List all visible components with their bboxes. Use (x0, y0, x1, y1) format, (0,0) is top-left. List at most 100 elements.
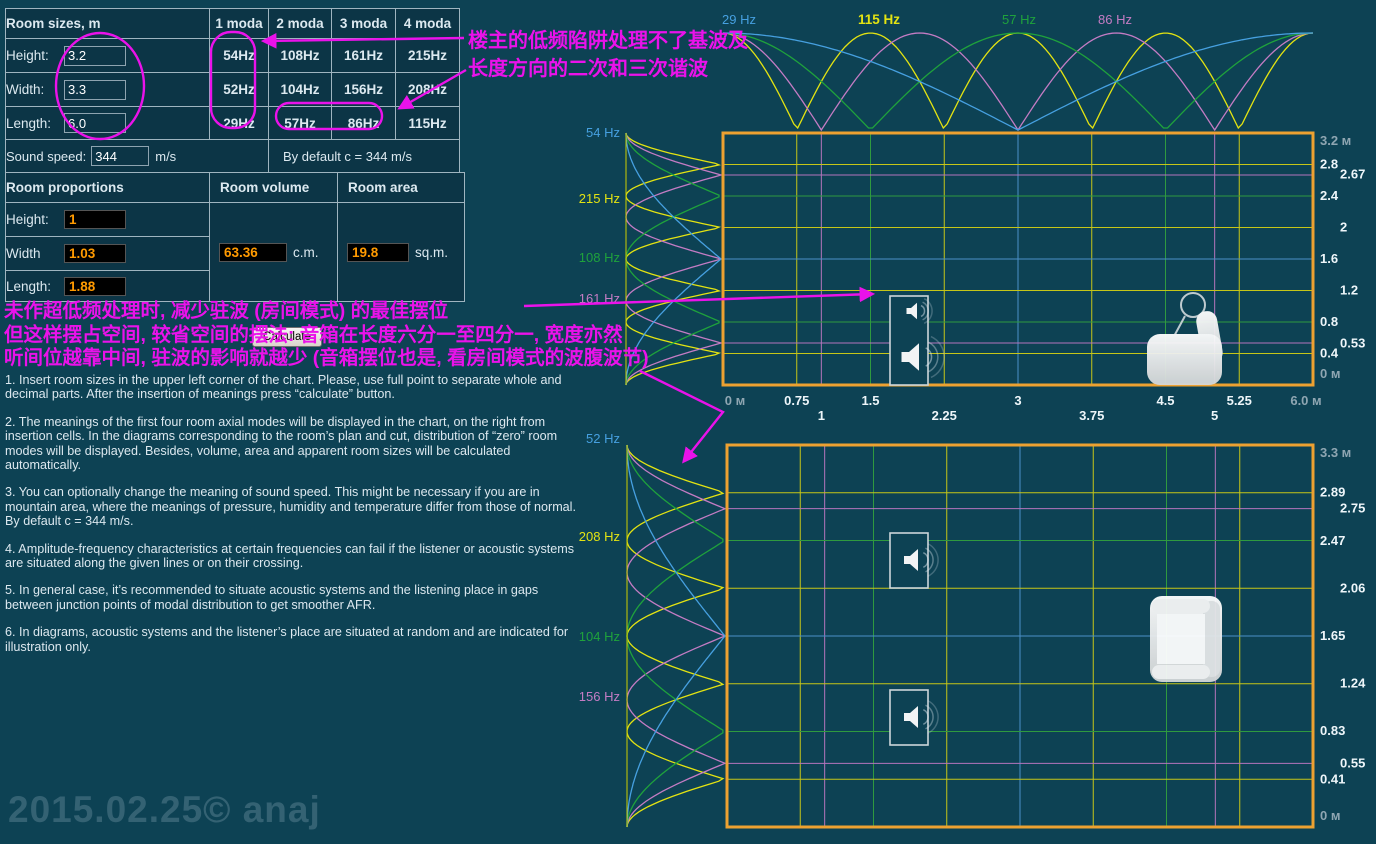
length-mode-curve (723, 33, 1313, 128)
right-axis-label: 0 м (1320, 366, 1340, 381)
right-axis-label: 0.4 (1320, 346, 1339, 361)
height-input[interactable] (64, 46, 126, 66)
speaker-cut-view (890, 296, 944, 385)
speaker-cone-icon (904, 706, 918, 728)
prop-height-label: Height: (6, 212, 64, 227)
freq-length-4moda: 115Hz (396, 107, 460, 140)
freq-length-3moda: 86Hz (332, 107, 396, 140)
header-2-moda: 2 moda (269, 9, 332, 39)
room-cut-outline (723, 133, 1313, 385)
height-mode-label: 215 Hz (579, 191, 620, 206)
sound-wave-icon (928, 342, 938, 372)
annotation-mid-line1: 未作超低频处理时, 减少驻波 (房间模式) 的最佳摆位 (4, 300, 649, 324)
length-label: Length: (6, 116, 64, 131)
right-axis-label: 2.47 (1320, 533, 1345, 548)
sound-wave-icon (925, 548, 933, 572)
instructions-block: 1. Insert room sizes in the upper left c… (5, 373, 583, 667)
width-mode-label: 156 Hz (579, 689, 620, 704)
bottom-axis-label: 1.5 (861, 393, 879, 408)
speaker-cone-icon (904, 549, 918, 571)
annotation-mid-line3: 听间位越靠中间, 驻波的影响就越少 (音箱摆位也是, 看房间模式的波腹波节) (4, 347, 649, 371)
header-3-moda: 3 moda (332, 9, 396, 39)
bottom-axis-label: 2.25 (932, 408, 957, 423)
freq-width-3moda: 156Hz (332, 73, 396, 107)
width-mode-curve (627, 445, 725, 827)
room-volume-value (219, 243, 287, 262)
bottom-axis-label: 3 (1014, 393, 1021, 408)
sound-speed-label: Sound speed: (6, 149, 86, 164)
room-area-value (347, 243, 409, 262)
sound-wave-icon (925, 705, 933, 729)
width-input[interactable] (64, 80, 126, 100)
annotation-arrow-to-plan (640, 371, 723, 461)
sound-wave-icon (923, 710, 928, 725)
freq-width-4moda: 208Hz (396, 73, 460, 107)
instruction-6: 6. In diagrams, acoustic systems and the… (5, 625, 583, 654)
length-mode-curve (723, 33, 1313, 130)
length-mode-label: 29 Hz (722, 12, 756, 27)
right-axis-label: 2.67 (1340, 167, 1365, 182)
speaker-cone-icon (907, 303, 918, 320)
freq-length-2moda: 57Hz (269, 107, 332, 140)
length-mode-label: 57 Hz (1002, 12, 1036, 27)
annotation-middle: 未作超低频处理时, 减少驻波 (房间模式) 的最佳摆位 但这样摆占空间, 较省空… (4, 300, 649, 371)
length-mode-label: 86 Hz (1098, 12, 1132, 27)
sound-wave-icon (923, 553, 928, 568)
right-axis-label: 0 м (1320, 808, 1340, 823)
speaker-plan-top (890, 533, 938, 588)
header-1-moda: 1 moda (210, 9, 269, 39)
annotation-top: 楼主的低频陷阱处理不了基波及 长度方向的二次和三次谐波 (468, 27, 748, 83)
right-axis-label: 1.6 (1320, 251, 1338, 266)
freq-length-1moda: 29Hz (210, 107, 269, 140)
right-axis-label: 1.2 (1340, 283, 1358, 298)
sound-speed-input[interactable] (91, 146, 149, 166)
bottom-axis-label: 0 м (725, 393, 745, 408)
sound-wave-icon (926, 348, 932, 366)
length-input[interactable] (64, 113, 126, 133)
annotation-top-line1: 楼主的低频陷阱处理不了基波及 (468, 27, 748, 55)
right-axis-label: 0.83 (1320, 723, 1345, 738)
area-unit: sq.m. (415, 245, 448, 260)
right-axis-label: 3.2 м (1320, 133, 1351, 148)
bottom-axis-label: 0.75 (784, 393, 809, 408)
speaker-plan-bottom (890, 690, 938, 745)
width-mode-label: 208 Hz (579, 529, 620, 544)
room-proportions-table: Room proportions Room volume Room area H… (5, 172, 465, 302)
instruction-4: 4. Amplitude-frequency characteristics a… (5, 542, 583, 571)
bottom-axis-label: 5 (1211, 408, 1218, 423)
freq-height-4moda: 215Hz (396, 39, 460, 73)
length-mode-curve (723, 33, 1313, 130)
listener-head-icon (1181, 293, 1205, 317)
freq-height-3moda: 161Hz (332, 39, 396, 73)
prop-length-label: Length: (6, 279, 64, 294)
right-axis-label: 0.55 (1340, 755, 1365, 770)
right-axis-label: 0.53 (1340, 335, 1365, 350)
bottom-axis-label: 6.0 м (1290, 393, 1321, 408)
room-mode-calculator-page: Room sizes, m 1 moda 2 moda 3 moda 4 mod… (0, 0, 1376, 844)
volume-header: Room volume (210, 173, 338, 203)
right-axis-label: 2 (1340, 220, 1347, 235)
freq-height-2moda: 108Hz (269, 39, 332, 73)
instruction-1: 1. Insert room sizes in the upper left c… (5, 373, 583, 402)
sound-wave-icon (931, 337, 944, 378)
instruction-2: 2. The meanings of the first four room a… (5, 415, 583, 473)
right-axis-label: 1.24 (1340, 675, 1366, 690)
width-mode-curve (627, 445, 723, 827)
proportions-header: Room proportions (6, 173, 210, 203)
height-label: Height: (6, 48, 64, 63)
sound-wave-icon (928, 544, 939, 577)
instruction-5: 5. In general case, it’s recommended to … (5, 583, 583, 612)
prop-width-label: Width (6, 246, 64, 261)
room-plan-outline (727, 445, 1313, 827)
prop-width-value (64, 244, 126, 263)
height-mode-label: 108 Hz (579, 250, 620, 265)
listener-armchair-plan (1150, 596, 1222, 682)
width-label: Width: (6, 82, 64, 97)
sound-speed-unit: m/s (155, 149, 176, 164)
freq-width-1moda: 52Hz (210, 73, 269, 107)
right-axis-label: 2.75 (1340, 501, 1365, 516)
sound-wave-icon (921, 306, 925, 317)
right-axis-label: 1.65 (1320, 628, 1345, 643)
right-axis-label: 0.8 (1320, 314, 1338, 329)
annotation-top-line2: 长度方向的二次和三次谐波 (468, 55, 748, 83)
